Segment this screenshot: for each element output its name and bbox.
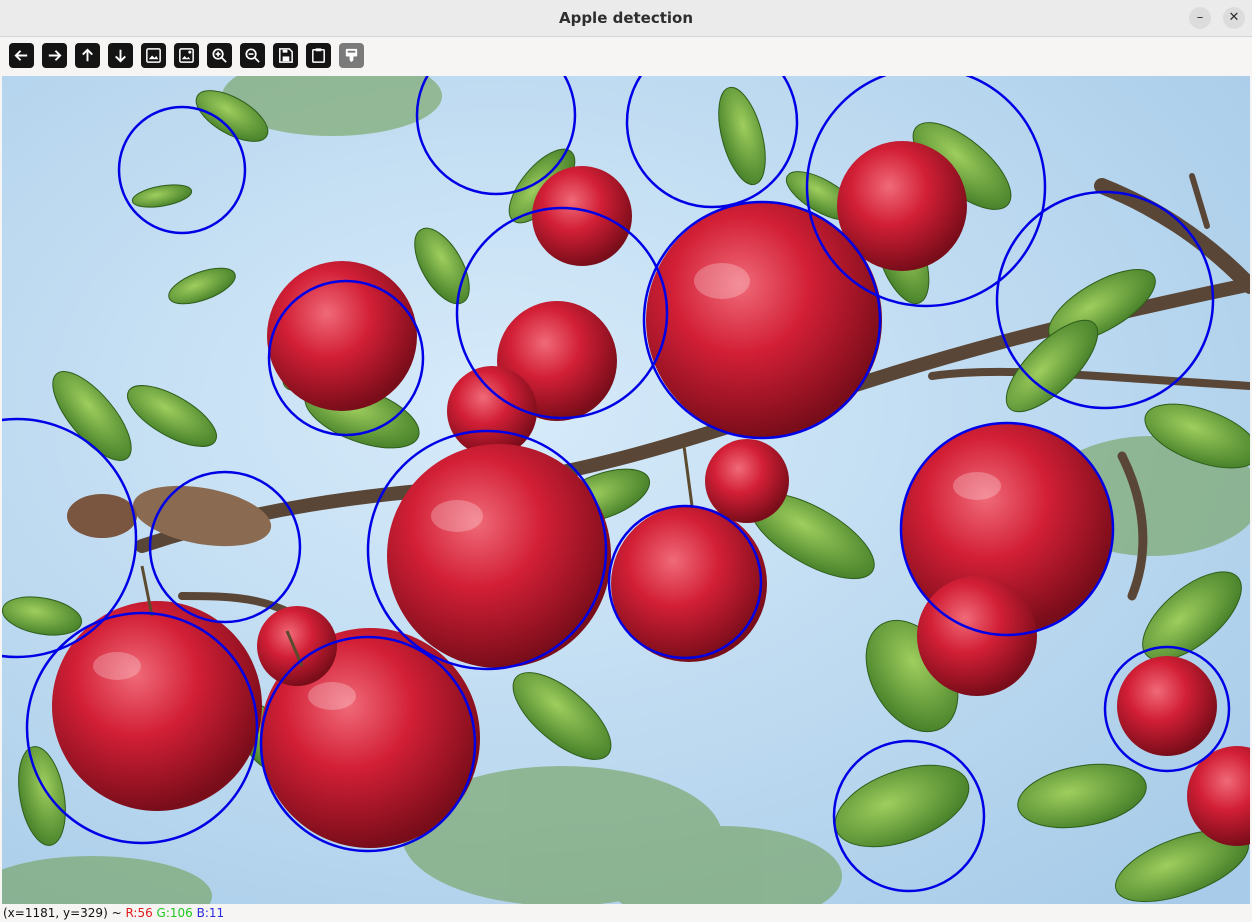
copy-to-clipboard-button[interactable] [306, 43, 331, 68]
save-icon [279, 48, 293, 63]
zoom-original-button[interactable] [174, 43, 199, 68]
arrow-left-icon [14, 50, 28, 61]
pixel-green-value: G:106 [156, 906, 193, 920]
toolbar [0, 37, 1252, 76]
zoom-fit-button[interactable] [141, 43, 166, 68]
status-bar: (x=1181, y=329) ~ R:56 G:106 B:11 [0, 904, 1252, 922]
minimize-button[interactable]: – [1189, 7, 1211, 29]
arrow-right-icon [48, 50, 62, 61]
zoom-in-icon [212, 48, 227, 63]
title-bar: Apple detection – ✕ [0, 0, 1252, 37]
zoom-out-button[interactable] [240, 43, 265, 68]
pan-up-button[interactable] [75, 43, 100, 68]
pan-right-button[interactable] [42, 43, 67, 68]
pan-down-button[interactable] [108, 43, 133, 68]
window-title: Apple detection [558, 9, 694, 27]
pixel-red-value: R:56 [125, 906, 153, 920]
apple-tree-photo [2, 76, 1250, 904]
image-icon [146, 48, 161, 63]
pixel-blue-value: B:11 [196, 906, 225, 920]
properties-icon [345, 48, 358, 63]
clipboard-icon [312, 48, 325, 63]
save-button[interactable] [273, 43, 298, 68]
arrow-down-icon [115, 49, 126, 63]
image-canvas[interactable] [2, 76, 1250, 904]
image-settings-icon [179, 48, 194, 63]
close-button[interactable]: ✕ [1223, 7, 1245, 29]
arrow-up-icon [82, 48, 93, 62]
zoom-out-icon [245, 48, 260, 63]
cursor-coordinates: (x=1181, y=329) ~ [3, 906, 126, 920]
zoom-in-button[interactable] [207, 43, 232, 68]
pan-left-button[interactable] [9, 43, 34, 68]
properties-button[interactable] [339, 43, 364, 68]
